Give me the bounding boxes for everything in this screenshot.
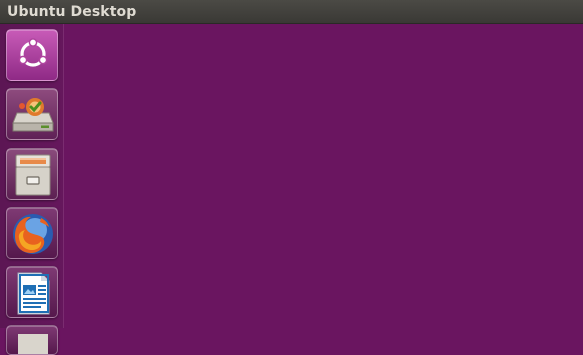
partial-launcher-icon bbox=[18, 334, 48, 354]
ubuntu-logo-icon bbox=[18, 38, 48, 67]
window-title: Ubuntu Desktop bbox=[7, 4, 137, 20]
dash-button[interactable] bbox=[6, 29, 58, 81]
writer-launcher[interactable] bbox=[6, 266, 58, 318]
top-panel: Ubuntu Desktop bbox=[0, 0, 583, 24]
file-cabinet-icon bbox=[15, 154, 51, 196]
partial-launcher-item[interactable] bbox=[6, 325, 58, 355]
software-center-icon bbox=[12, 98, 54, 132]
launcher bbox=[0, 24, 64, 355]
software-center-launcher[interactable] bbox=[6, 88, 58, 140]
firefox-launcher[interactable] bbox=[6, 207, 58, 259]
desktop-area[interactable] bbox=[64, 24, 583, 328]
files-launcher[interactable] bbox=[6, 148, 58, 200]
libreoffice-writer-icon bbox=[17, 272, 50, 315]
firefox-icon bbox=[13, 214, 53, 254]
